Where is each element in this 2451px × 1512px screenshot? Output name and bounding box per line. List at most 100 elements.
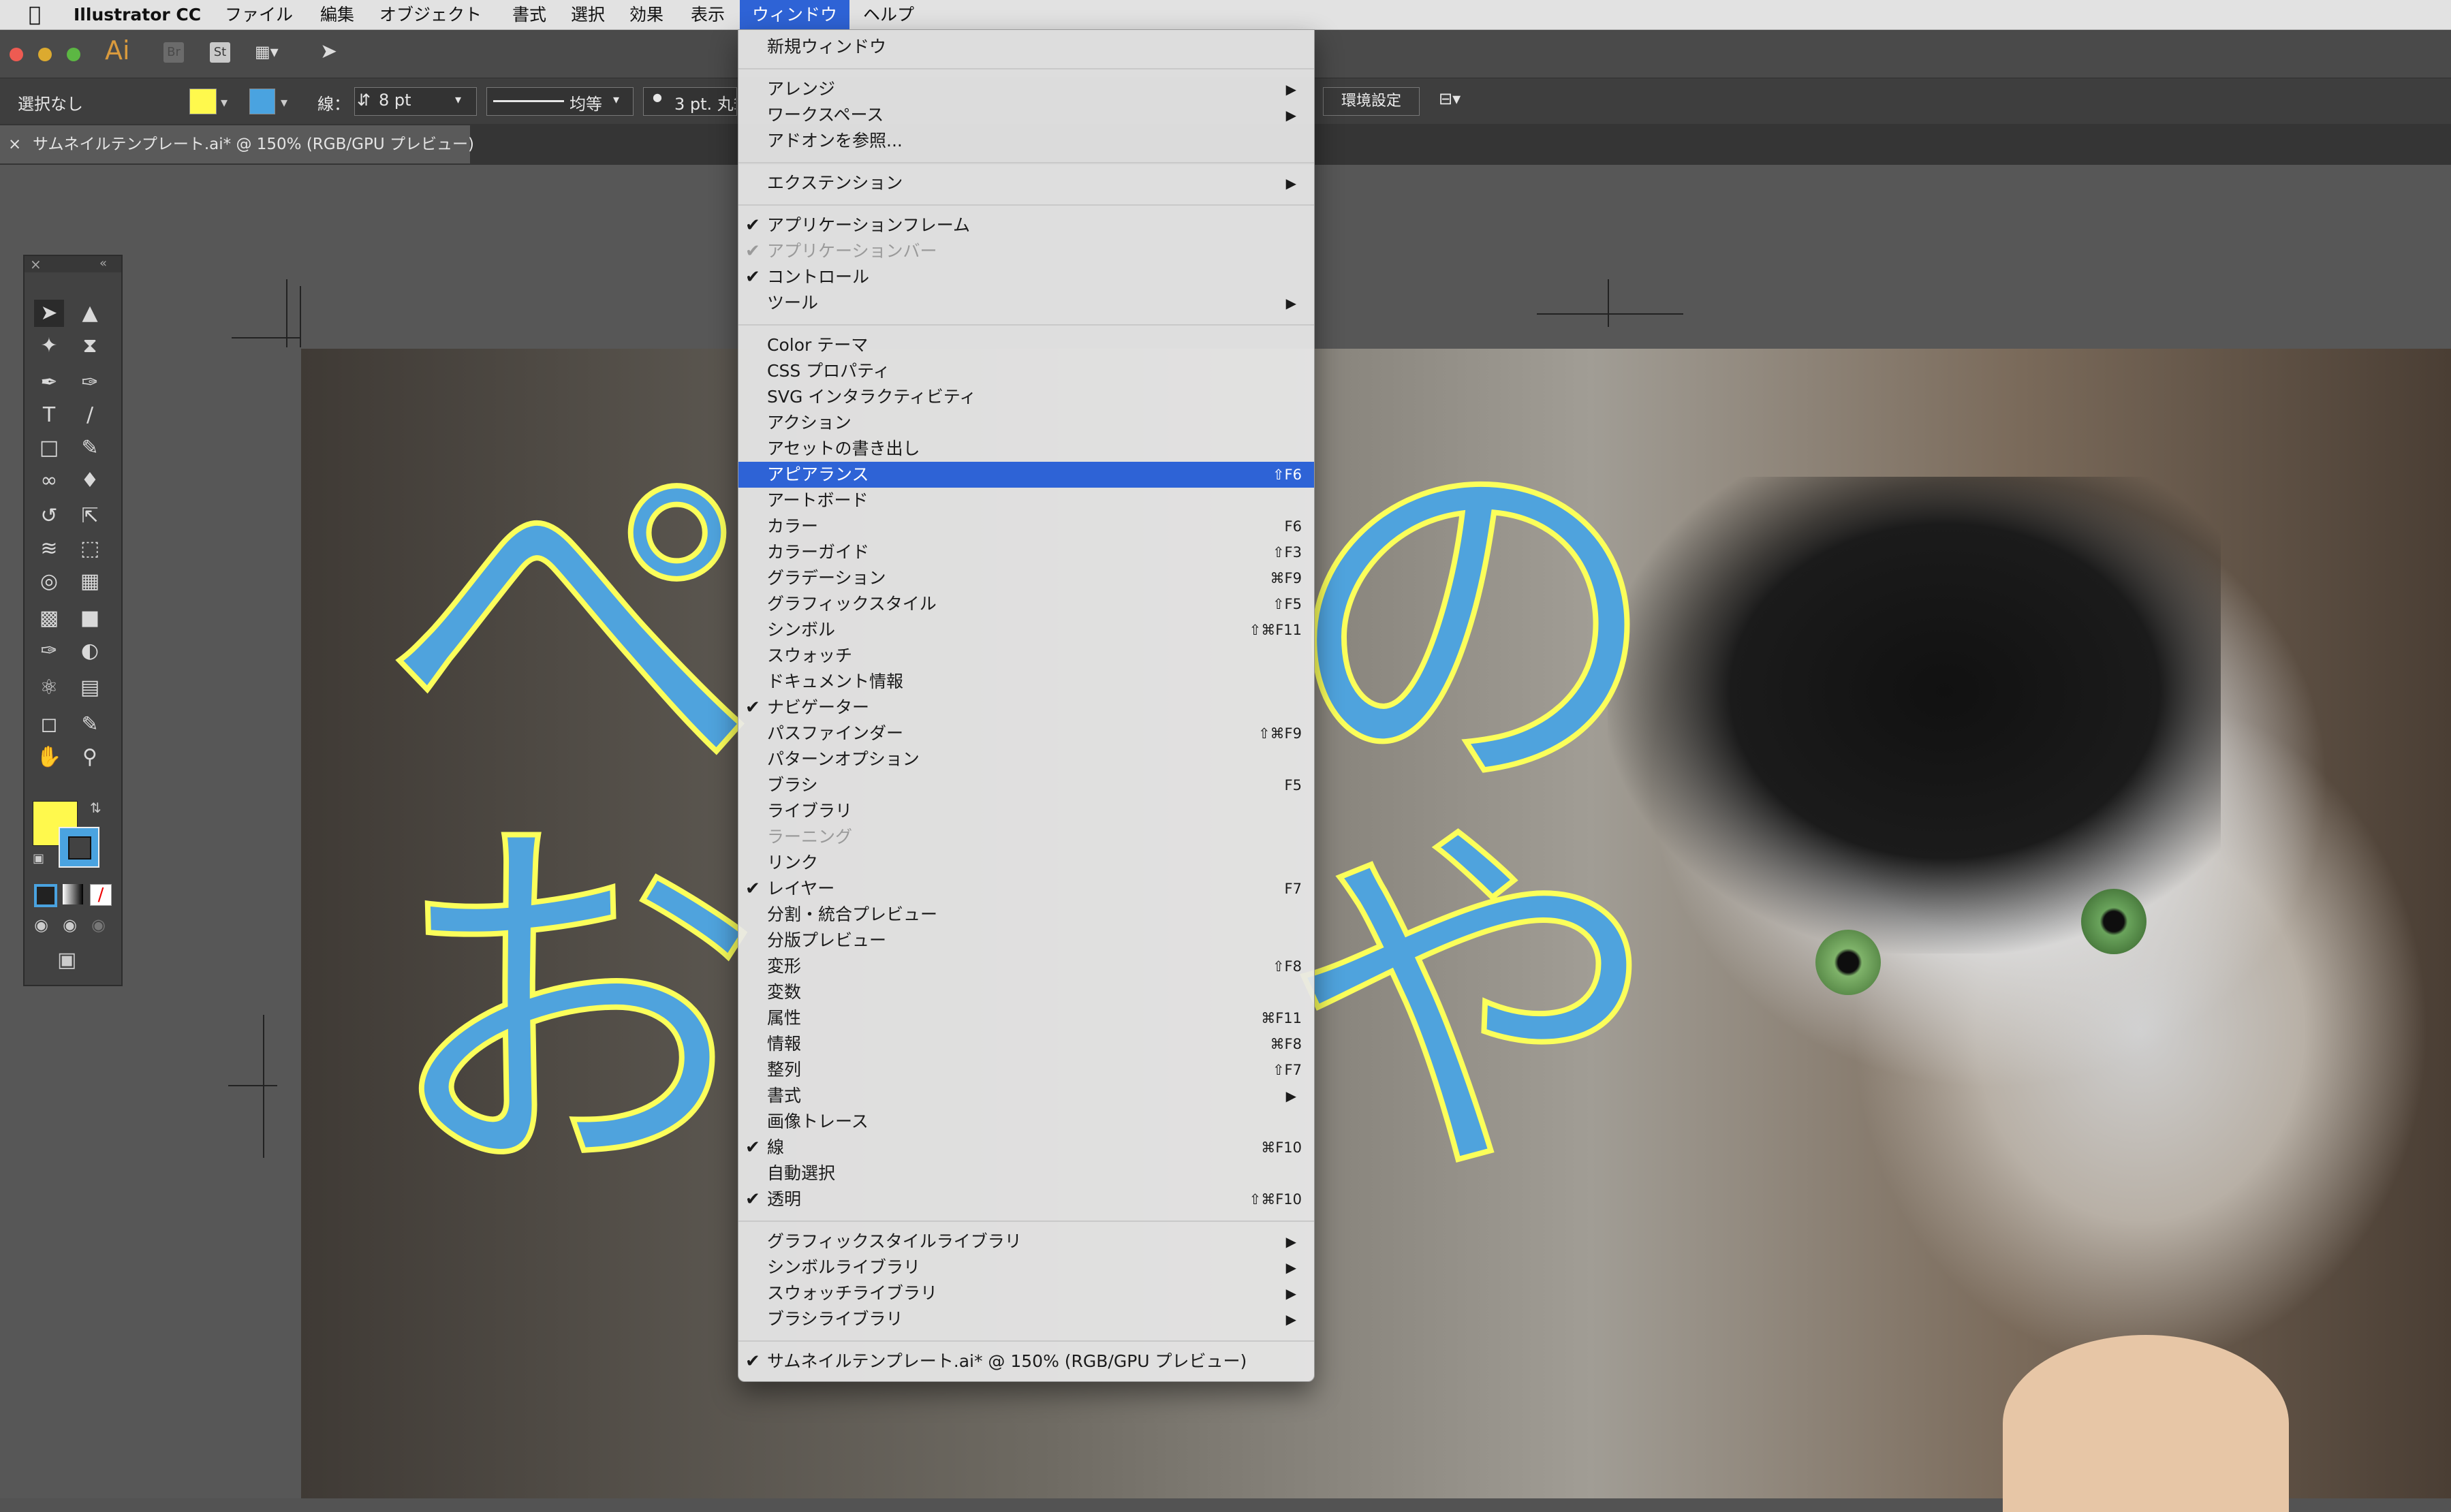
shaper-tool-icon[interactable]: ∞ (34, 467, 64, 494)
shape-builder-tool-icon[interactable]: ◎ (34, 568, 64, 595)
artwork-text-pe[interactable]: ぺ (379, 433, 766, 820)
close-tab-icon[interactable]: × (8, 125, 21, 163)
menu-item[interactable]: SVG インタラクティビティ (738, 384, 1314, 410)
menu-item[interactable]: アクション (738, 410, 1314, 436)
scale-tool-icon[interactable]: ⇱ (75, 503, 105, 530)
stock-button[interactable]: St (210, 42, 230, 63)
rotate-tool-icon[interactable]: ↺ (34, 503, 64, 530)
slice-tool-icon[interactable]: ✎ (75, 711, 105, 738)
fill-dropdown-icon[interactable]: ▾ (221, 94, 228, 110)
menu-item[interactable]: ツール ▶ (738, 290, 1314, 316)
magic-wand-tool-icon[interactable]: ✦ (34, 332, 64, 360)
draw-behind-icon[interactable]: ◉ (63, 915, 77, 934)
bridge-button[interactable]: Br (163, 42, 184, 63)
gradient-mode-icon[interactable] (63, 884, 83, 904)
lasso-tool-icon[interactable]: ⧗ (75, 332, 105, 360)
symbol-sprayer-tool-icon[interactable]: ⚛ (34, 674, 64, 702)
document-tab[interactable]: × サムネイルテンプレート.ai* @ 150% (RGB/GPU プレビュー) (0, 125, 474, 163)
menu-item[interactable]: 画像トレース (738, 1109, 1314, 1135)
hand-tool-icon[interactable]: ✋ (34, 744, 64, 771)
menu-item[interactable]: ✔ 線 ⌘F10 (738, 1135, 1314, 1161)
menu-item[interactable]: パターンオプション (738, 746, 1314, 772)
mesh-tool-icon[interactable]: ▩ (34, 605, 64, 632)
menu-item[interactable]: ✔ コントロール (738, 264, 1314, 290)
blend-tool-icon[interactable]: ◐ (75, 637, 105, 665)
menu-item[interactable]: 分版プレビュー (738, 928, 1314, 954)
menu-item[interactable]: 新規ウィンドウ (738, 34, 1314, 60)
menu-item[interactable]: 属性 ⌘F11 (738, 1005, 1314, 1031)
menu-item[interactable]: アートボード (738, 488, 1314, 514)
menu-window[interactable]: ウィンドウ (740, 0, 850, 29)
menu-item[interactable]: グラデーション ⌘F9 (738, 565, 1314, 591)
close-panel-icon[interactable]: × (30, 256, 42, 272)
menu-type[interactable]: 書式 (512, 0, 546, 29)
menu-item[interactable]: 書式 ▶ (738, 1083, 1314, 1109)
menu-object[interactable]: オブジェクト (379, 0, 482, 29)
zoom-tool-icon[interactable]: ⚲ (75, 744, 105, 771)
zoom-window-button[interactable] (67, 48, 80, 61)
draw-inside-icon[interactable]: ◉ (91, 915, 106, 934)
app-name-menu[interactable]: Illustrator CC (74, 0, 201, 29)
stroke-swatch[interactable] (249, 89, 275, 114)
artboard-tool-icon[interactable]: ◻ (34, 711, 64, 738)
menu-item[interactable]: ✔ 透明 ⇧⌘F10 (738, 1186, 1314, 1212)
stroke-weight-dropdown-icon[interactable]: ▾ (455, 93, 461, 107)
perspective-grid-tool-icon[interactable]: ▦ (75, 568, 105, 595)
menu-item[interactable]: ブラシライブラリ ▶ (738, 1306, 1314, 1332)
menu-view[interactable]: 表示 (691, 0, 725, 29)
menu-item[interactable]: アセットの書き出し (738, 436, 1314, 462)
menu-item[interactable]: Color テーマ (738, 332, 1314, 358)
menu-item[interactable]: シンボルライブラリ ▶ (738, 1255, 1314, 1280)
width-tool-icon[interactable]: ≋ (34, 535, 64, 563)
eraser-tool-icon[interactable]: ♦ (75, 467, 105, 494)
artwork-text-o[interactable]: お (379, 815, 766, 1201)
color-mode-icon[interactable] (34, 884, 57, 907)
menu-item[interactable]: 変数 (738, 979, 1314, 1005)
menu-item[interactable]: スウォッチ (738, 643, 1314, 669)
menu-item[interactable]: グラフィックスタイル ⇧F5 (738, 591, 1314, 617)
menu-item[interactable]: ブラシ F5 (738, 772, 1314, 798)
menu-item[interactable]: エクステンション ▶ (738, 170, 1314, 196)
selection-tool-icon[interactable]: ➤ (34, 300, 64, 327)
menu-item[interactable]: ✔ レイヤー F7 (738, 876, 1314, 902)
swap-colors-icon[interactable]: ⇅ (90, 800, 102, 816)
menu-item[interactable]: アドオンを参照... (738, 128, 1314, 154)
menu-item[interactable]: ライブラリ (738, 798, 1314, 824)
fill-swatch[interactable] (189, 89, 217, 114)
draw-normal-icon[interactable]: ◉ (34, 915, 48, 934)
menu-item[interactable]: パスファインダー ⇧⌘F9 (738, 721, 1314, 746)
line-segment-tool-icon[interactable]: ∕ (75, 402, 105, 429)
menu-item[interactable]: 変形 ⇧F8 (738, 954, 1314, 979)
menu-item[interactable]: 自動選択 (738, 1161, 1314, 1186)
menu-item[interactable]: ✔ サムネイルテンプレート.ai* @ 150% (RGB/GPU プレビュー) (738, 1349, 1314, 1374)
minimize-window-button[interactable] (38, 48, 52, 61)
menu-item[interactable]: リンク (738, 850, 1314, 876)
artwork-text-ya[interactable]: や (1278, 815, 1665, 1201)
eyedropper-tool-icon[interactable]: ✑ (34, 637, 64, 665)
menu-item[interactable]: グラフィックスタイルライブラリ ▶ (738, 1229, 1314, 1255)
menu-item[interactable]: スウォッチライブラリ ▶ (738, 1280, 1314, 1306)
stroke-stepper-icon[interactable]: ⇵ (357, 91, 371, 110)
paintbrush-tool-icon[interactable]: ✎ (75, 435, 105, 462)
gpu-performance-icon[interactable]: ➤ (320, 40, 345, 64)
menu-item[interactable]: ワークスペース ▶ (738, 102, 1314, 128)
pen-tool-icon[interactable]: ✒ (34, 369, 64, 396)
menu-item[interactable]: 分割・統合プレビュー (738, 902, 1314, 928)
menu-item[interactable]: CSS プロパティ (738, 358, 1314, 384)
stroke-dropdown-icon[interactable]: ▾ (281, 94, 287, 110)
menu-item[interactable]: ✔ ナビゲーター (738, 695, 1314, 721)
close-window-button[interactable] (10, 48, 23, 61)
column-graph-tool-icon[interactable]: ▤ (75, 674, 105, 702)
curvature-tool-icon[interactable]: ✑ (75, 369, 105, 396)
menu-help[interactable]: ヘルプ (863, 0, 914, 29)
direct-selection-tool-icon[interactable]: ▲ (75, 300, 105, 327)
arrange-documents-icon[interactable]: ▦▾ (255, 42, 279, 61)
rectangle-tool-icon[interactable]: □ (34, 435, 64, 462)
menu-item[interactable]: カラー F6 (738, 514, 1314, 539)
menu-item[interactable]: アレンジ ▶ (738, 76, 1314, 102)
gradient-tool-icon[interactable]: ■ (75, 605, 105, 632)
screen-mode-icon[interactable]: ▣ (57, 948, 76, 972)
preferences-button[interactable]: 環境設定 (1323, 87, 1420, 116)
menu-item[interactable]: カラーガイド ⇧F3 (738, 539, 1314, 565)
free-transform-tool-icon[interactable]: ⬚ (75, 535, 105, 563)
